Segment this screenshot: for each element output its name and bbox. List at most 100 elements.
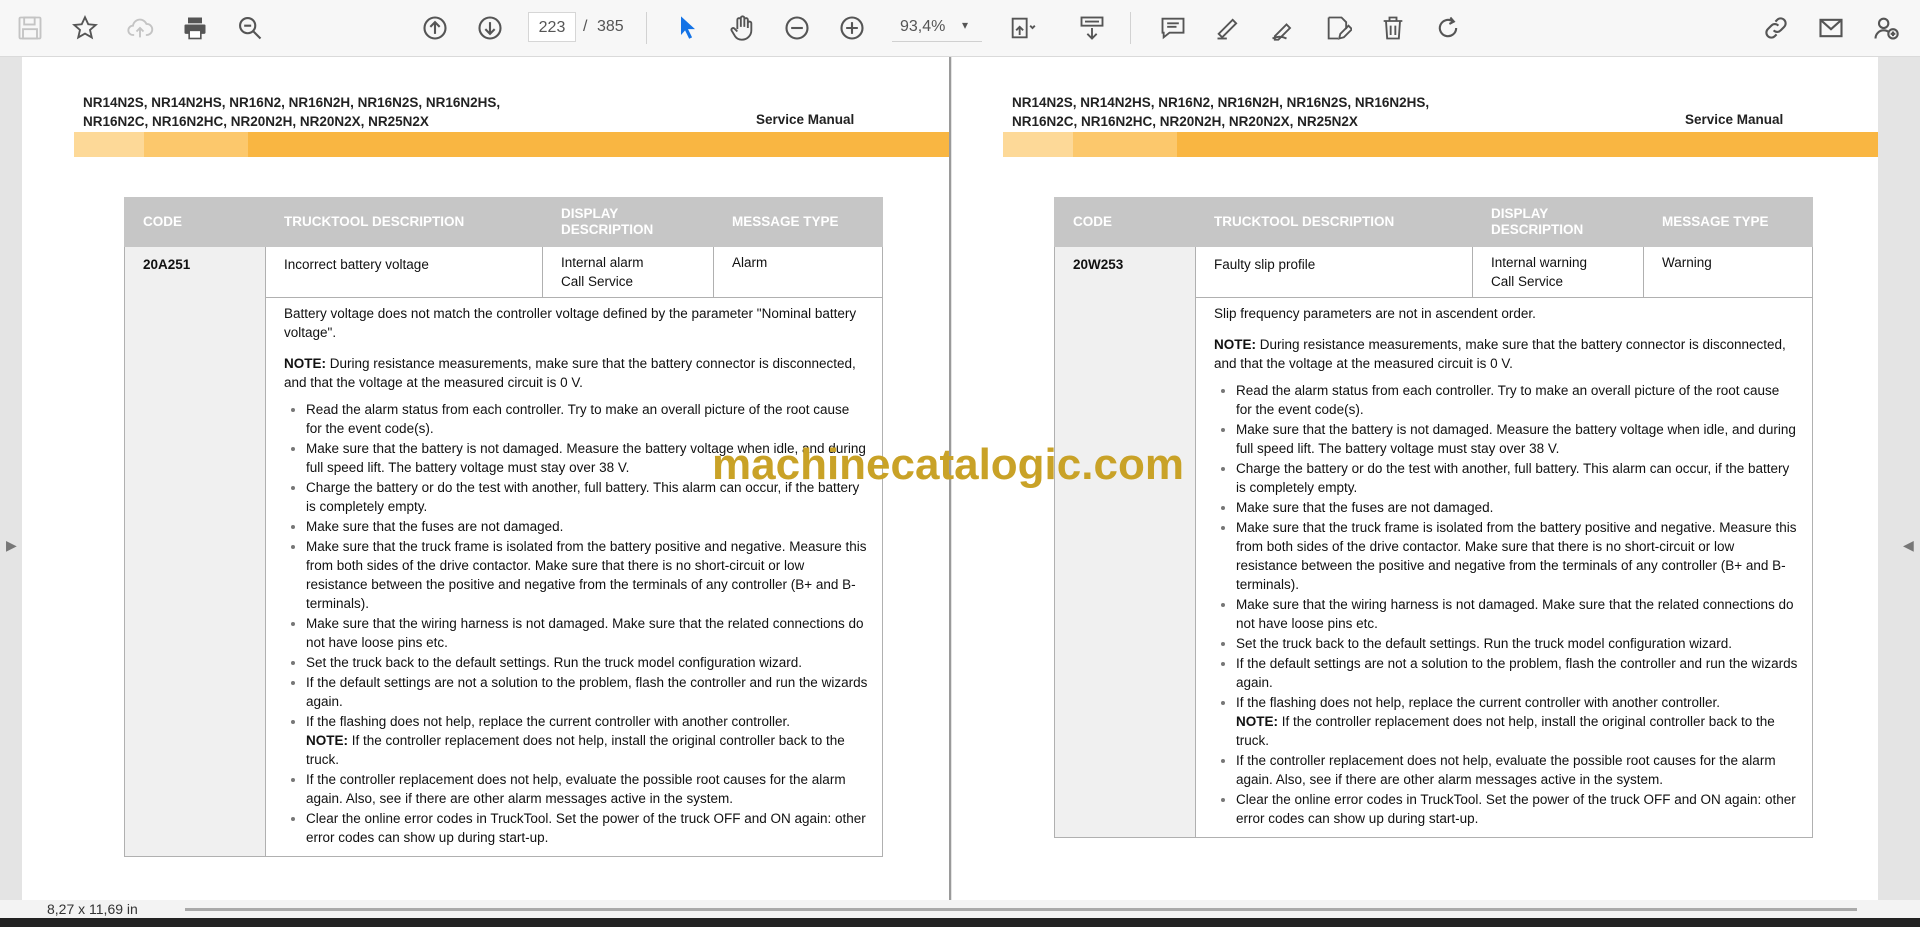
event-code: 20A251 xyxy=(124,246,266,857)
column-header: TRUCKTOOL DESCRIPTION xyxy=(265,197,543,247)
note-paragraph: NOTE: During resistance measurements, ma… xyxy=(1214,335,1798,373)
note-text: During resistance measurements, make sur… xyxy=(1214,337,1786,371)
display-description: Internal warning Call Service xyxy=(1472,246,1644,298)
status-bar: 8,27 x 11,69 in xyxy=(0,900,1920,918)
list-item: Make sure that the wiring harness is not… xyxy=(1236,595,1798,633)
note-label: NOTE: xyxy=(306,733,348,748)
list-item: Make sure that the fuses are not damaged… xyxy=(306,517,868,536)
display-description: Internal alarm Call Service xyxy=(542,246,714,298)
zoom-level-select[interactable]: 93,4% xyxy=(892,12,982,42)
event-code-table: CODE TRUCKTOOL DESCRIPTION DISPLAY DESCR… xyxy=(124,197,883,857)
redo-icon[interactable] xyxy=(1428,8,1468,48)
taskbar-strip xyxy=(0,918,1920,927)
note-paragraph: NOTE: During resistance measurements, ma… xyxy=(284,354,868,392)
cloud-upload-icon[interactable] xyxy=(120,8,160,48)
comment-icon[interactable] xyxy=(1153,8,1193,48)
list-item: Make sure that the truck frame is isolat… xyxy=(306,537,868,613)
column-header: CODE xyxy=(124,197,266,247)
message-type: Warning xyxy=(1643,246,1813,298)
note-label: NOTE: xyxy=(284,356,326,371)
list-item: If the flashing does not help, replace t… xyxy=(306,712,868,769)
share-link-icon[interactable] xyxy=(1756,8,1796,48)
list-item: Read the alarm status from each controll… xyxy=(306,400,868,438)
column-header: DISPLAY DESCRIPTION xyxy=(1472,197,1644,247)
previous-page-icon[interactable] xyxy=(415,8,455,48)
chevron-down-icon[interactable]: ▾ xyxy=(962,18,968,32)
column-header: MESSAGE TYPE xyxy=(713,197,883,247)
document-type-header: Service Manual xyxy=(756,112,855,127)
column-header: TRUCKTOOL DESCRIPTION xyxy=(1195,197,1473,247)
email-icon[interactable] xyxy=(1811,8,1851,48)
note-text: During resistance measurements, make sur… xyxy=(284,356,856,390)
total-pages: 385 xyxy=(597,18,624,35)
steps-list: Read the alarm status from each controll… xyxy=(1214,381,1798,828)
right-panel-toggle-icon[interactable]: ◀ xyxy=(1903,537,1914,554)
print-icon[interactable] xyxy=(175,8,215,48)
trucktool-description: Incorrect battery voltage xyxy=(265,246,543,298)
edit-text-icon[interactable] xyxy=(1318,8,1358,48)
display-description-line: Call Service xyxy=(1491,274,1564,289)
next-page-icon[interactable] xyxy=(470,8,510,48)
page-separator: / xyxy=(583,18,588,35)
event-code-table: CODE TRUCKTOOL DESCRIPTION DISPLAY DESCR… xyxy=(1054,197,1813,838)
zoom-out-icon[interactable] xyxy=(777,8,817,48)
document-type-header: Service Manual xyxy=(1685,112,1784,127)
note-text: If the controller replacement does not h… xyxy=(306,733,845,767)
page-fit-icon[interactable] xyxy=(1002,8,1042,48)
save-icon[interactable] xyxy=(10,8,50,48)
page-number-input[interactable]: 223 xyxy=(528,12,576,42)
select-cursor-icon[interactable] xyxy=(668,8,708,48)
column-header: MESSAGE TYPE xyxy=(1643,197,1813,247)
display-description-line: Internal alarm xyxy=(561,255,644,270)
message-type: Alarm xyxy=(713,246,883,298)
toolbar: 223 / 385 93,4% ▾ xyxy=(0,0,1920,57)
list-item: Clear the online error codes in TruckToo… xyxy=(306,809,868,847)
list-item: Make sure that the truck frame is isolat… xyxy=(1236,518,1798,594)
column-header: CODE xyxy=(1054,197,1196,247)
header-color-bar xyxy=(74,132,949,157)
toolbar-divider xyxy=(646,12,647,44)
toolbar-divider xyxy=(1130,12,1131,44)
add-user-icon[interactable] xyxy=(1866,8,1906,48)
list-item: Make sure that the fuses are not damaged… xyxy=(1236,498,1798,517)
note-text: If the controller replacement does not h… xyxy=(1236,714,1775,748)
note-label: NOTE: xyxy=(1236,714,1278,729)
list-item: If the flashing does not help, replace t… xyxy=(1236,693,1798,750)
draw-signature-icon[interactable] xyxy=(1263,8,1303,48)
trucktool-description: Faulty slip profile xyxy=(1195,246,1473,298)
description-intro: Slip frequency parameters are not in asc… xyxy=(1214,306,1536,321)
list-item: Charge the battery or do the test with a… xyxy=(1236,459,1798,497)
model-list-header: NR14N2S, NR14N2HS, NR16N2, NR16N2H, NR16… xyxy=(1012,95,1430,129)
scrolling-mode-icon[interactable] xyxy=(1072,8,1112,48)
model-list-header: NR14N2S, NR14N2HS, NR16N2, NR16N2H, NR16… xyxy=(83,95,501,129)
list-item: Read the alarm status from each controll… xyxy=(1236,381,1798,419)
list-item: Clear the online error codes in TruckToo… xyxy=(1236,790,1798,828)
zoom-out-search-icon[interactable] xyxy=(230,8,270,48)
note-label: NOTE: xyxy=(1214,337,1256,352)
list-item: Set the truck back to the default settin… xyxy=(1236,634,1798,653)
list-item: If the controller replacement does not h… xyxy=(1236,751,1798,789)
list-item: If the controller replacement does not h… xyxy=(306,770,868,808)
list-item-text: If the flashing does not help, replace t… xyxy=(306,714,791,729)
trash-icon[interactable] xyxy=(1373,8,1413,48)
watermark: machinecatalogic.com xyxy=(712,440,1184,489)
list-item: Make sure that the battery is not damage… xyxy=(1236,420,1798,458)
highlight-pen-icon[interactable] xyxy=(1208,8,1248,48)
list-item: If the default settings are not a soluti… xyxy=(1236,654,1798,692)
description-cell: Slip frequency parameters are not in asc… xyxy=(1195,297,1813,838)
column-header: DISPLAY DESCRIPTION xyxy=(542,197,714,247)
list-item-text: If the flashing does not help, replace t… xyxy=(1236,695,1721,710)
horizontal-scrollbar[interactable] xyxy=(185,908,1857,911)
event-code: 20W253 xyxy=(1054,246,1196,838)
description-cell: Battery voltage does not match the contr… xyxy=(265,297,883,857)
hand-tool-icon[interactable] xyxy=(722,8,762,48)
header-color-bar xyxy=(1003,132,1878,157)
left-panel-toggle-icon[interactable]: ▶ xyxy=(6,537,17,554)
page-size-label: 8,27 x 11,69 in xyxy=(47,901,138,917)
description-intro: Battery voltage does not match the contr… xyxy=(284,306,857,340)
list-item: Set the truck back to the default settin… xyxy=(306,653,868,672)
display-description-line: Call Service xyxy=(561,274,634,289)
list-item: Make sure that the wiring harness is not… xyxy=(306,614,868,652)
bookmark-star-icon[interactable] xyxy=(65,8,105,48)
zoom-in-icon[interactable] xyxy=(832,8,872,48)
